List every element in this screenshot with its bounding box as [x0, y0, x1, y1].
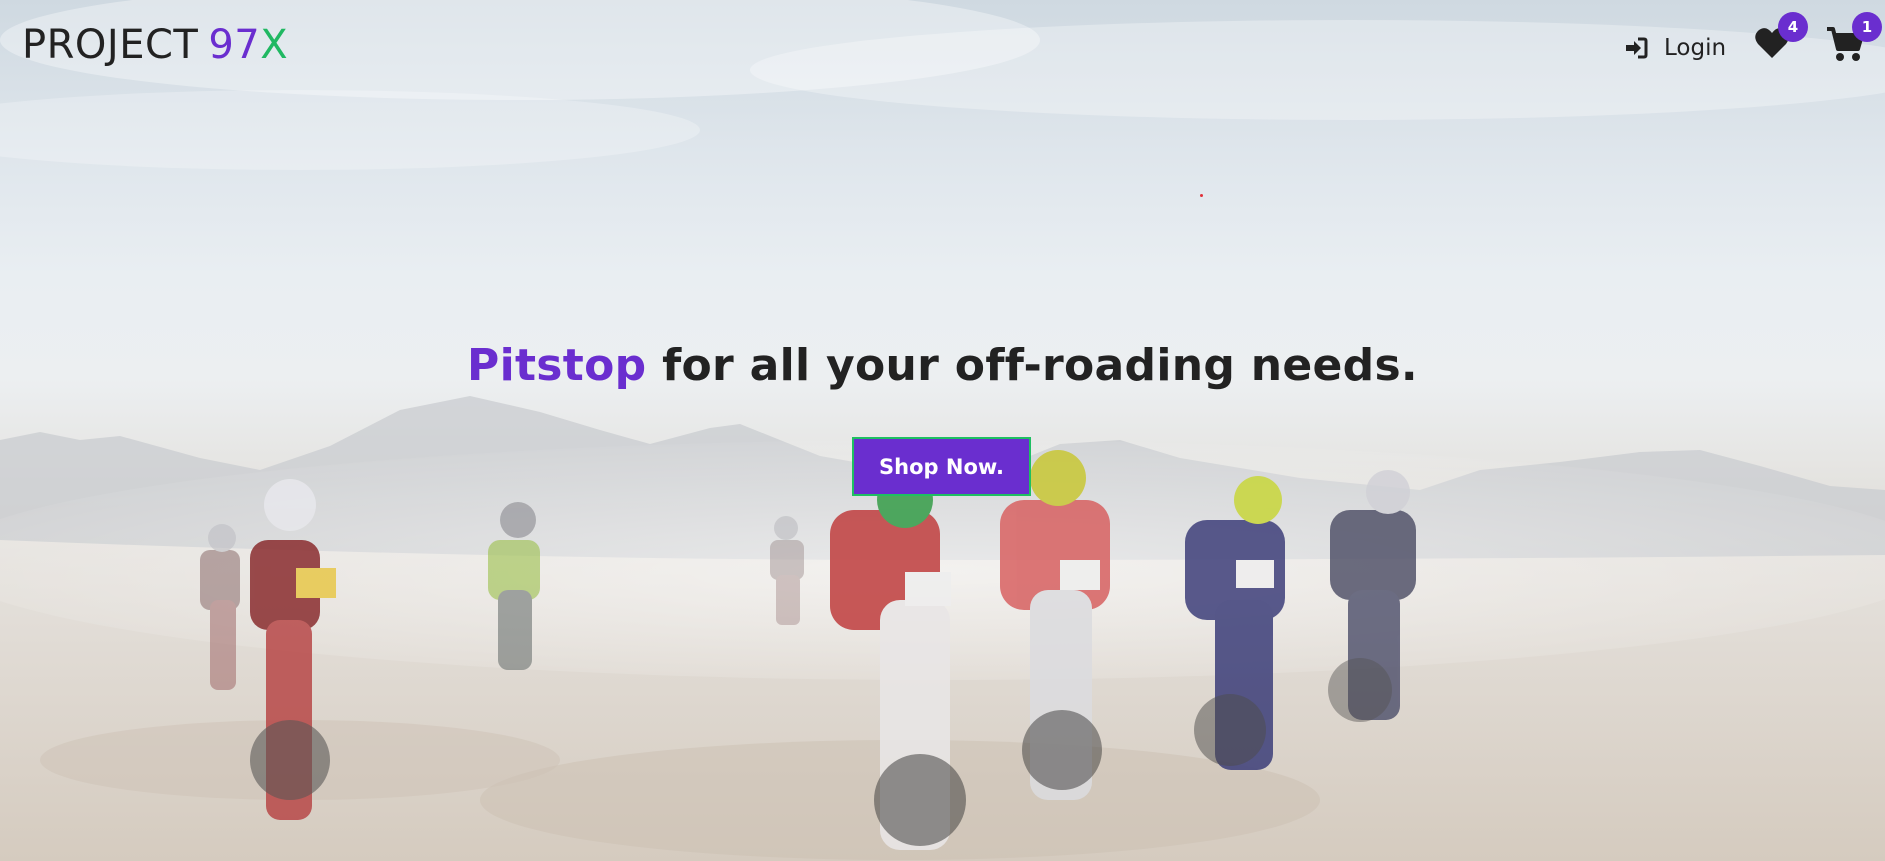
- cart-count-badge: 1: [1852, 12, 1882, 42]
- login-label: Login: [1664, 35, 1727, 61]
- wishlist-button[interactable]: 4: [1754, 12, 1808, 62]
- brand-word: PROJECT: [22, 22, 199, 68]
- hero-background-photo: [0, 0, 1885, 861]
- hero-headline: Pitstop for all your off-roading needs.: [0, 340, 1885, 391]
- cart-button[interactable]: 1: [1826, 12, 1882, 64]
- brand-logo[interactable]: PROJECT 97X: [22, 22, 288, 68]
- desert-riders-illustration: [0, 0, 1885, 861]
- stray-dot: [1200, 194, 1203, 197]
- brand-number: 97: [208, 22, 261, 68]
- site-header: PROJECT 97X Login 4 1: [0, 0, 1885, 96]
- sign-in-icon: [1626, 37, 1648, 59]
- brand-x: X: [260, 22, 289, 68]
- shop-now-button[interactable]: Shop Now.: [852, 437, 1031, 496]
- headline-rest: for all your off-roading needs.: [646, 340, 1418, 391]
- headline-accent-word: Pitstop: [467, 340, 647, 391]
- login-link[interactable]: Login: [1624, 31, 1726, 65]
- wishlist-count-badge: 4: [1778, 12, 1808, 42]
